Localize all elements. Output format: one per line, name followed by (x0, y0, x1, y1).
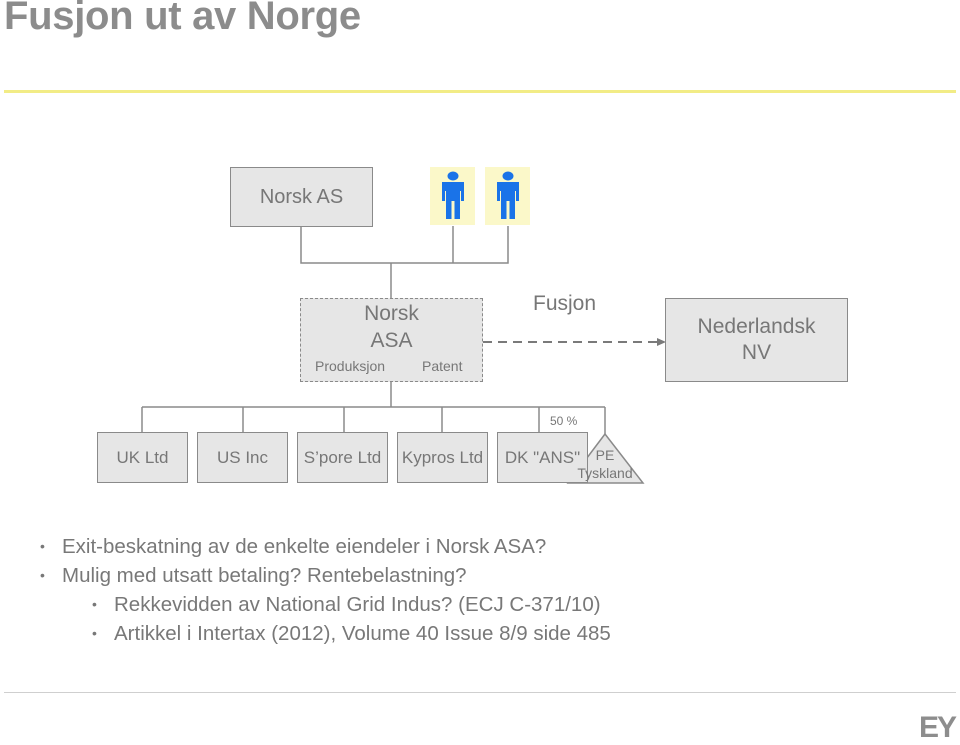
bullet-dot: • (40, 567, 45, 583)
footer-divider (4, 692, 956, 693)
connector-norsk-as (300, 226, 391, 264)
subsidiary-uk-ltd: UK Ltd (97, 432, 188, 483)
merger-label: Fusjon (533, 292, 597, 315)
entity-nederlandsk-nv: Nederlandsk NV (665, 298, 848, 382)
owner-1 (430, 167, 475, 225)
subsidiary-kypros-ltd: Kypros Ltd (397, 432, 488, 483)
subsidiary-label: US Inc (216, 447, 269, 467)
pe-label-line2: Tyskland (577, 465, 633, 481)
person-icon (441, 171, 464, 219)
entity-norsk-asa-line1: Norsk (364, 302, 419, 325)
subsidiary-label: UK Ltd (116, 447, 169, 467)
bullet-dot: • (40, 538, 45, 554)
bullet-dot: • (92, 625, 97, 641)
entity-norsk-asa: Norsk ASA Produksjon Patent (300, 298, 483, 382)
entity-norsk-as-label: Norsk AS (259, 185, 344, 208)
bullet-text: Rekkevidden av National Grid Indus? (ECJ… (114, 593, 601, 616)
owner-2 (485, 167, 530, 225)
asset-produksjon: Produksjon (315, 358, 386, 374)
bullet-text: Exit-beskatning av de enkelte eiendeler … (62, 535, 547, 558)
subsidiary-spore-ltd: S’pore Ltd (297, 432, 388, 483)
pe-label-line1: PE (595, 447, 615, 463)
bullet-dot: • (92, 596, 97, 612)
asset-patent: Patent (422, 358, 463, 374)
connector-owner-2 (391, 226, 509, 264)
sub-bullet-item: • Rekkevidden av National Grid Indus? (E… (40, 591, 611, 620)
ey-logo: EY (918, 711, 957, 744)
person-icon (496, 171, 519, 219)
entity-nv-line2: NV (741, 341, 772, 364)
subsidiary-us-inc: US Inc (197, 432, 288, 483)
entity-nv-line1: Nederlandsk (697, 315, 816, 338)
bullet-text: Mulig med utsatt betaling? Rentebelastni… (62, 564, 467, 587)
bullet-item: • Mulig med utsatt betaling? Rentebelast… (40, 562, 611, 591)
entity-norsk-as: Norsk AS (230, 167, 373, 227)
entity-norsk-asa-line2: ASA (370, 329, 413, 352)
subsidiary-label: Kypros Ltd (401, 447, 484, 467)
sub-bullet-item: • Artikkel i Intertax (2012), Volume 40 … (40, 620, 611, 649)
bullet-list: • Exit-beskatning av de enkelte eiendele… (40, 533, 611, 649)
subsidiary-label: S’pore Ltd (303, 447, 382, 467)
ownership-50-percent: 50 % (550, 414, 578, 428)
bullet-text: Artikkel i Intertax (2012), Volume 40 Is… (114, 622, 611, 645)
bullet-item: • Exit-beskatning av de enkelte eiendele… (40, 533, 611, 562)
